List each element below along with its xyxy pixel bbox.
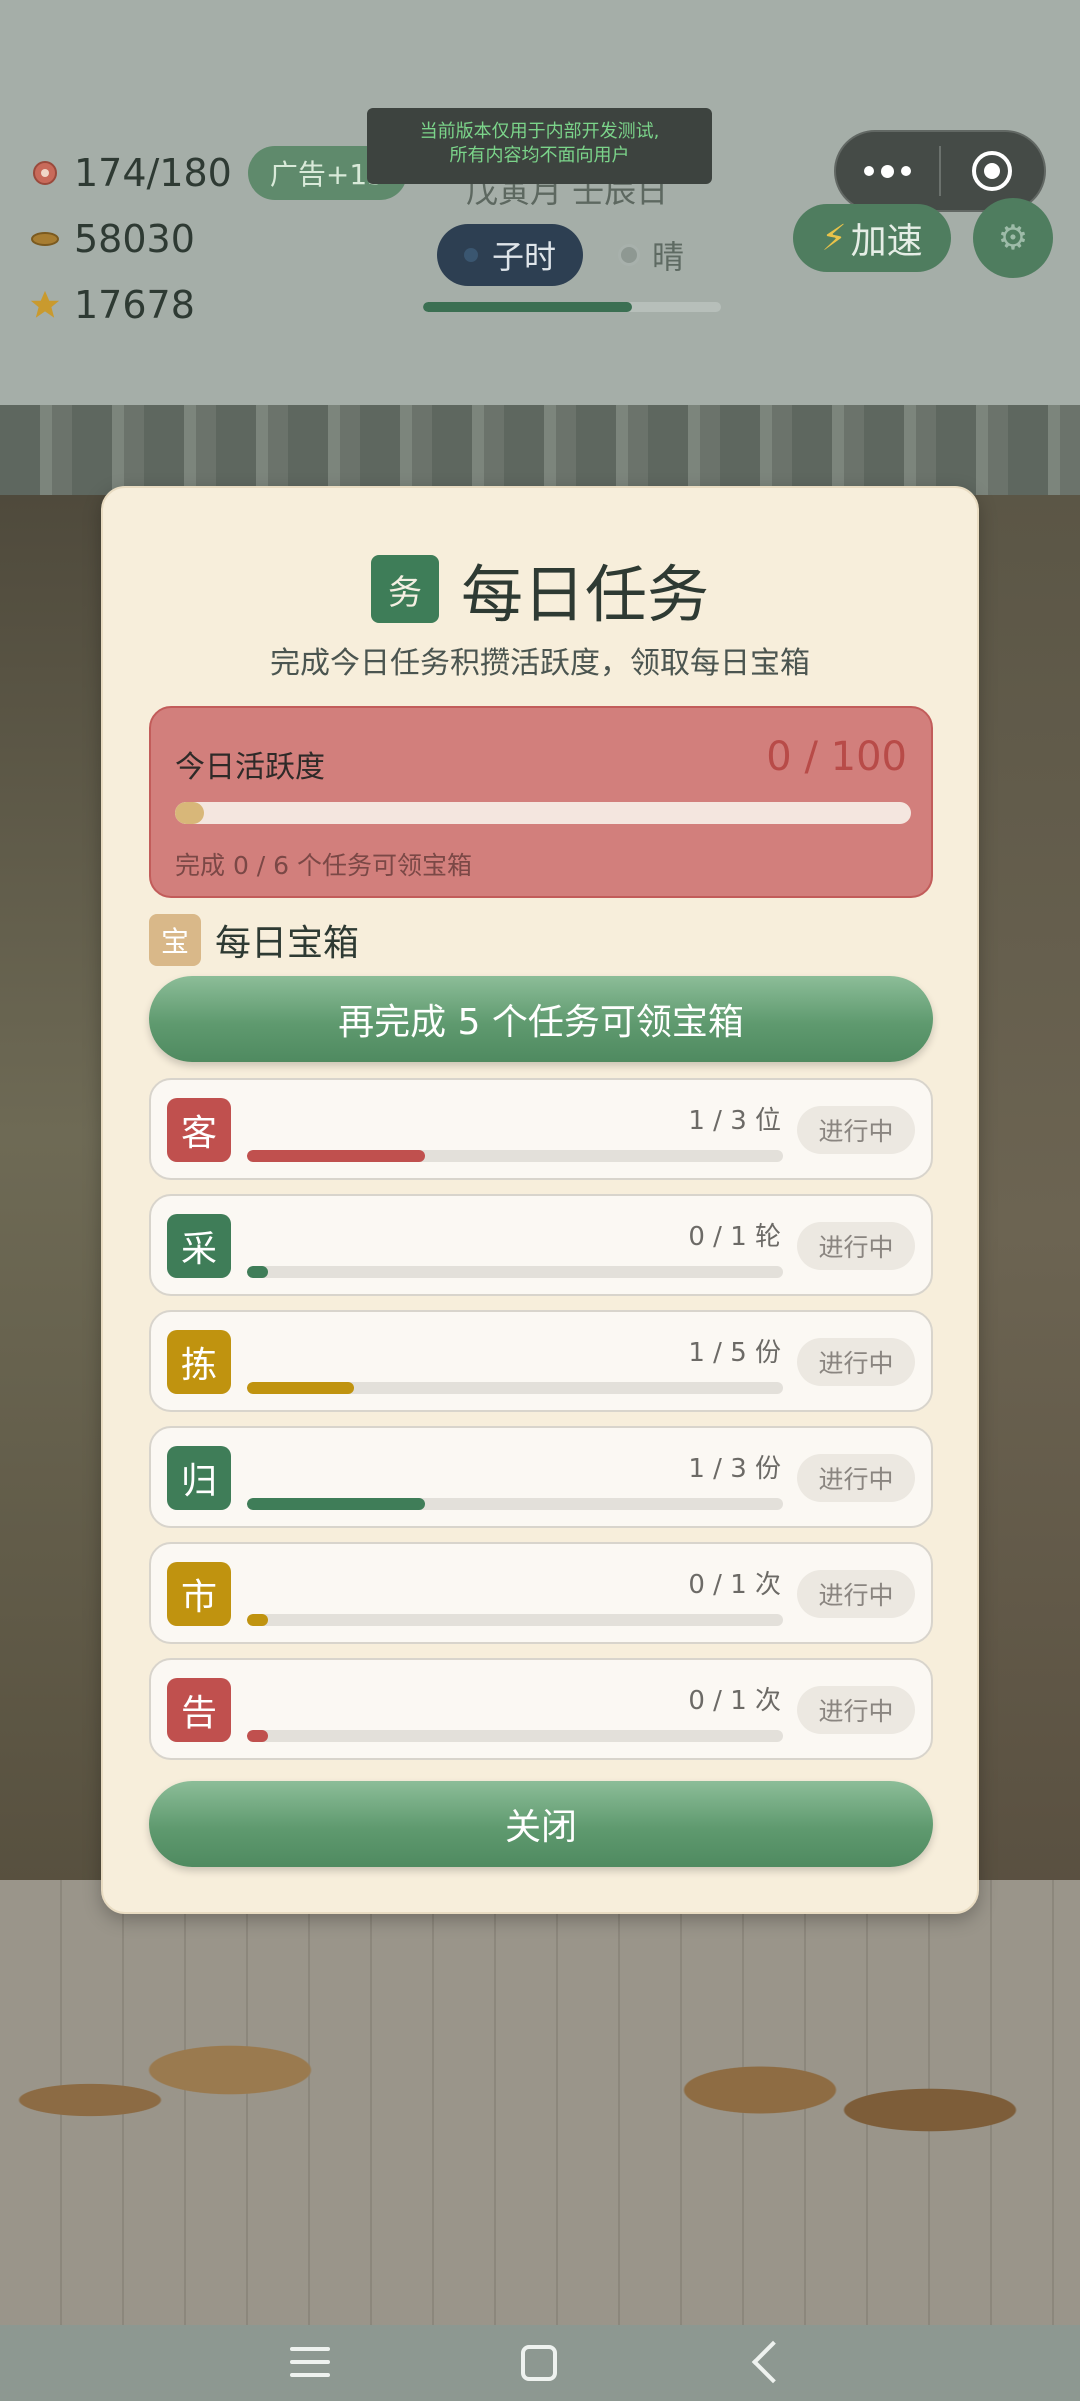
task-status-button[interactable]: 进行中 [797, 1686, 915, 1734]
speed-up-label: 加速 [850, 221, 923, 262]
task-row: 归 1 / 3 份进行中 [149, 1426, 933, 1528]
day-progress-bar [423, 302, 721, 312]
task-count: 0 / 1 次 [688, 1686, 781, 1716]
task-count: 1 / 3 位 [688, 1106, 781, 1136]
task-status-button[interactable]: 进行中 [797, 1454, 915, 1502]
task-progress-bar [247, 1382, 783, 1394]
task-status-button[interactable]: 进行中 [797, 1222, 915, 1270]
task-progress-fill [247, 1730, 269, 1742]
speed-up-button[interactable]: ⚡ 加速 [793, 204, 951, 272]
more-menu-icon[interactable] [836, 164, 939, 178]
resource-panel: 174/180 广告+15 58030 17678 [28, 140, 407, 338]
time-of-day-pill: 子时 [437, 224, 583, 286]
coin-icon [28, 222, 62, 256]
task-type-icon: 客 [167, 1098, 231, 1162]
activity-value: 0 / 100 [766, 734, 907, 780]
stars-value: 17678 [74, 283, 195, 327]
daily-tasks-modal: 务 每日任务 完成今日任务积攒活跃度，领取每日宝箱 今日活跃度 0 / 100 … [101, 486, 979, 1914]
task-count: 0 / 1 次 [688, 1570, 781, 1600]
day-progress-fill [423, 302, 632, 312]
activity-progress-bar [175, 802, 911, 824]
task-count: 0 / 1 轮 [688, 1222, 781, 1252]
chest-badge-icon: 宝 [149, 914, 201, 966]
back-icon[interactable] [751, 2340, 795, 2384]
task-row: 告 0 / 1 次进行中 [149, 1658, 933, 1760]
settings-button[interactable]: ⚙ [973, 198, 1053, 278]
task-progress-fill [247, 1498, 426, 1510]
dev-banner-line-2: 所有内容均不面向用户 [449, 145, 630, 166]
task-progress-fill [247, 1150, 426, 1162]
stamina-row: 174/180 广告+15 [28, 140, 407, 206]
chest-title: 每日宝箱 [215, 923, 360, 964]
task-progress-fill [247, 1266, 269, 1278]
task-count: 1 / 3 份 [688, 1454, 781, 1484]
dev-test-banner: 当前版本仅用于内部开发测试, 所有内容均不面向用户 [367, 108, 712, 184]
chest-header: 宝 每日宝箱 [149, 914, 359, 966]
task-type-icon: 采 [167, 1214, 231, 1278]
task-status-button[interactable]: 进行中 [797, 1570, 915, 1618]
task-progress-bar [247, 1498, 783, 1510]
task-progress-bar [247, 1730, 783, 1742]
task-progress-bar [247, 1150, 783, 1162]
weather-indicator: 晴 [618, 232, 684, 278]
task-progress-bar [247, 1266, 783, 1278]
task-status-button[interactable]: 进行中 [797, 1338, 915, 1386]
dev-banner-line-1: 当前版本仅用于内部开发测试, [419, 121, 660, 142]
task-type-icon: 归 [167, 1446, 231, 1510]
task-row: 客 1 / 3 位进行中 [149, 1078, 933, 1180]
close-button[interactable]: 关闭 [149, 1781, 933, 1867]
roof-tiles [0, 405, 1080, 495]
activity-label: 今日活跃度 [175, 750, 325, 785]
task-row: 采 0 / 1 轮进行中 [149, 1194, 933, 1296]
task-row: 市 0 / 1 次进行中 [149, 1542, 933, 1644]
task-row: 拣 1 / 5 份进行中 [149, 1310, 933, 1412]
lightning-icon: ⚡ [821, 217, 847, 259]
activity-card: 今日活跃度 0 / 100 完成 0 / 6 个任务可领宝箱 [149, 706, 933, 898]
recent-apps-icon[interactable] [290, 2347, 330, 2379]
stamina-value: 174/180 [74, 151, 232, 195]
stars-row: 17678 [28, 272, 407, 338]
task-count: 1 / 5 份 [688, 1338, 781, 1368]
coins-row: 58030 [28, 206, 407, 272]
task-type-icon: 市 [167, 1562, 231, 1626]
coins-value: 58030 [74, 217, 195, 261]
modal-title: 每日任务 [460, 558, 709, 631]
stamina-icon [28, 156, 62, 190]
sun-icon [618, 244, 640, 266]
gear-icon: ⚙ [997, 218, 1029, 258]
task-progress-bar [247, 1614, 783, 1626]
home-icon[interactable] [521, 2345, 557, 2381]
task-type-icon: 拣 [167, 1330, 231, 1394]
moon-icon [463, 248, 478, 262]
weather-label: 晴 [652, 238, 685, 276]
exit-target-icon[interactable] [941, 151, 1044, 191]
task-status-button[interactable]: 进行中 [797, 1106, 915, 1154]
modal-header: 务 每日任务 [103, 544, 977, 634]
system-nav-bar [0, 2325, 1080, 2401]
task-type-icon: 告 [167, 1678, 231, 1742]
task-badge-icon: 务 [370, 555, 439, 623]
activity-hint: 完成 0 / 6 个任务可领宝箱 [175, 851, 473, 880]
star-icon [28, 288, 62, 322]
claim-chest-button[interactable]: 再完成 5 个任务可领宝箱 [149, 976, 933, 1062]
task-progress-fill [247, 1614, 269, 1626]
shop-floor [0, 1880, 1080, 2325]
modal-subtitle: 完成今日任务积攒活跃度，领取每日宝箱 [270, 646, 810, 681]
time-label: 子时 [491, 238, 556, 276]
task-progress-fill [247, 1382, 355, 1394]
activity-progress-fill [175, 802, 205, 824]
